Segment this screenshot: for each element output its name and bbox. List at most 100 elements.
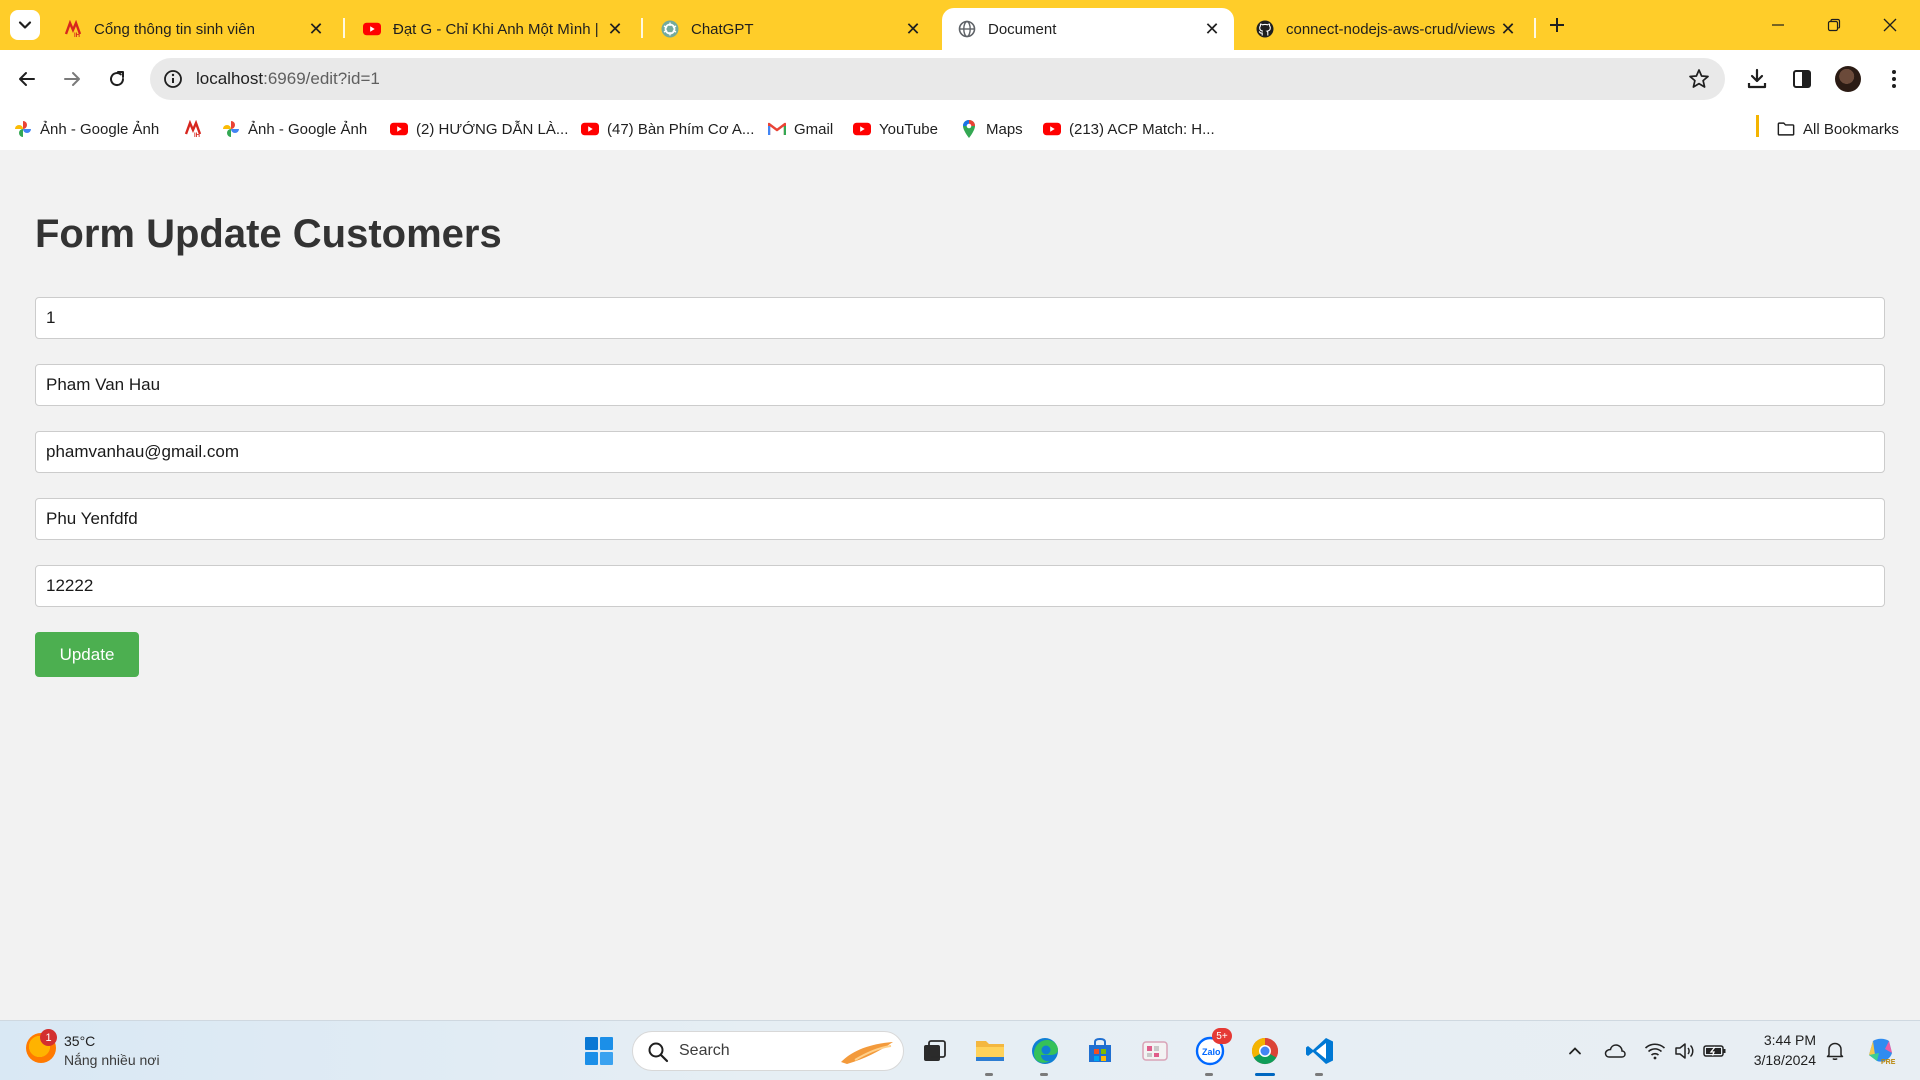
- chrome-button[interactable]: [1247, 1033, 1283, 1076]
- tab-document[interactable]: Document ✕: [942, 8, 1234, 50]
- bookmark-student-portal[interactable]: IH: [184, 118, 210, 140]
- menu-button[interactable]: [1880, 65, 1908, 93]
- close-window-button[interactable]: [1862, 0, 1918, 50]
- customer-phone-field[interactable]: [35, 565, 1885, 607]
- tab-search-button[interactable]: [10, 10, 40, 40]
- taskbar-search[interactable]: Search: [632, 1031, 904, 1071]
- bell-icon: [1826, 1042, 1844, 1060]
- plus-icon: [1550, 18, 1564, 32]
- close-tab-icon[interactable]: ✕: [605, 19, 625, 39]
- bookmark-gmail[interactable]: Gmail: [768, 118, 833, 140]
- tab-github[interactable]: connect-nodejs-aws-crud/views ✕: [1240, 8, 1530, 50]
- bookmark-star-icon[interactable]: [1687, 67, 1711, 91]
- store-button[interactable]: [1082, 1033, 1118, 1069]
- download-icon: [1747, 68, 1767, 89]
- tab-title: Đạt G - Chỉ Khi Anh Một Mình |: [393, 20, 599, 38]
- side-panel-button[interactable]: [1788, 65, 1816, 93]
- maps-icon: [960, 120, 978, 138]
- close-tab-icon[interactable]: ✕: [1498, 19, 1518, 39]
- clock-date: 3/18/2024: [1753, 1052, 1816, 1068]
- show-hidden-icons-button[interactable]: [1562, 1038, 1588, 1064]
- close-tab-icon[interactable]: ✕: [1202, 19, 1222, 39]
- bookmark-youtube-acp[interactable]: (213) ACP Match: H...: [1043, 118, 1215, 140]
- browser-toolbar: localhost:6969/edit?id=1: [0, 50, 1920, 108]
- google-photos-icon: [222, 120, 240, 138]
- chevron-up-icon: [1569, 1047, 1581, 1055]
- notification-badge: 5+: [1212, 1028, 1232, 1044]
- profile-avatar[interactable]: [1835, 66, 1861, 92]
- bookmark-label: Maps: [986, 120, 1023, 138]
- notifications-button[interactable]: [1822, 1038, 1848, 1064]
- bookmark-google-photos[interactable]: Ảnh - Google Ảnh: [14, 118, 159, 140]
- bookmark-maps[interactable]: Maps: [960, 118, 1023, 140]
- site-info-icon[interactable]: [162, 68, 184, 90]
- search-highlight-icon: [837, 1038, 897, 1066]
- app-button[interactable]: [1137, 1033, 1173, 1069]
- folder-icon: [976, 1041, 1004, 1061]
- weather-description: Nắng nhiều nơi: [64, 1052, 160, 1068]
- copilot-icon: PRE: [1869, 1038, 1896, 1066]
- new-tab-button[interactable]: [1542, 10, 1572, 40]
- back-button[interactable]: [9, 61, 45, 97]
- close-tab-icon[interactable]: ✕: [903, 19, 923, 39]
- customer-name-field[interactable]: [35, 364, 1885, 406]
- university-logo-icon: IH: [184, 120, 202, 138]
- task-view-button[interactable]: [916, 1033, 952, 1069]
- reload-button[interactable]: [99, 61, 135, 97]
- close-tab-icon[interactable]: ✕: [306, 19, 326, 39]
- tab-youtube-music[interactable]: Đạt G - Chỉ Khi Anh Một Mình | ✕: [347, 8, 637, 50]
- tab-title: ChatGPT: [691, 20, 754, 38]
- wifi-tray[interactable]: [1642, 1038, 1668, 1064]
- tab-separator: [1534, 18, 1536, 38]
- bookmark-youtube-huong-dan[interactable]: (2) HƯỚNG DẪN LÀ...: [390, 118, 568, 140]
- vscode-icon: [1306, 1038, 1333, 1064]
- bookmark-label: YouTube: [879, 120, 938, 138]
- folder-icon: [1777, 120, 1795, 138]
- customer-id-field[interactable]: [35, 297, 1885, 339]
- reload-icon: [110, 71, 125, 87]
- windows-taskbar: 1 35°C Nắng nhiều nơi Search Zalo 5+ 3:4…: [0, 1020, 1920, 1080]
- bookmark-google-photos-2[interactable]: Ảnh - Google Ảnh: [222, 118, 367, 140]
- zalo-button[interactable]: Zalo 5+: [1192, 1028, 1232, 1076]
- forward-button[interactable]: [54, 61, 90, 97]
- youtube-icon: [1043, 120, 1061, 138]
- bookmark-label: (213) ACP Match: H...: [1069, 120, 1215, 138]
- bookmark-label: (2) HƯỚNG DẪN LÀ...: [416, 120, 569, 138]
- file-explorer-button[interactable]: [972, 1033, 1008, 1076]
- clock-time: 3:44 PM: [1763, 1032, 1816, 1048]
- customer-email-field[interactable]: [35, 431, 1885, 473]
- page-content: Form Update Customers Update: [0, 150, 1920, 1020]
- bookmark-youtube[interactable]: YouTube: [853, 118, 938, 140]
- tab-strip: IH Cổng thông tin sinh viên ✕ Đạt G - Ch…: [0, 0, 1920, 50]
- edge-icon: [1032, 1038, 1058, 1064]
- update-button[interactable]: Update: [35, 632, 139, 677]
- bookmark-youtube-ban-phim[interactable]: (47) Bàn Phím Cơ A...: [581, 118, 754, 140]
- weather-badge: 1: [40, 1029, 57, 1046]
- youtube-icon: [363, 20, 381, 38]
- tab-title: connect-nodejs-aws-crud/views: [1286, 20, 1496, 38]
- tab-title: Document: [988, 20, 1057, 38]
- chevron-down-icon: [18, 21, 32, 29]
- edge-button[interactable]: [1027, 1033, 1063, 1076]
- university-logo-icon: IH: [64, 20, 82, 38]
- copilot-button[interactable]: PRE: [1864, 1034, 1898, 1068]
- svg-text:IH: IH: [194, 133, 200, 138]
- windows-logo-icon: [585, 1037, 613, 1065]
- all-bookmarks-button[interactable]: All Bookmarks: [1777, 118, 1899, 140]
- tab-chatgpt[interactable]: ChatGPT ✕: [645, 8, 935, 50]
- onedrive-tray[interactable]: [1602, 1038, 1628, 1064]
- vscode-button[interactable]: [1302, 1033, 1338, 1076]
- customer-address-field[interactable]: [35, 498, 1885, 540]
- url-host: localhost: [196, 69, 264, 88]
- minimize-button[interactable]: [1750, 0, 1806, 50]
- restore-button[interactable]: [1806, 0, 1862, 50]
- battery-tray[interactable]: [1702, 1038, 1728, 1064]
- tab-student-portal[interactable]: IH Cổng thông tin sinh viên ✕: [48, 8, 338, 50]
- volume-tray[interactable]: [1672, 1038, 1698, 1064]
- address-bar[interactable]: localhost:6969/edit?id=1: [150, 58, 1725, 100]
- downloads-button[interactable]: [1743, 65, 1771, 93]
- running-indicator: [985, 1073, 993, 1076]
- start-button[interactable]: [581, 1033, 617, 1069]
- microsoft-store-icon: [1089, 1037, 1111, 1062]
- tab-separator: [343, 18, 345, 38]
